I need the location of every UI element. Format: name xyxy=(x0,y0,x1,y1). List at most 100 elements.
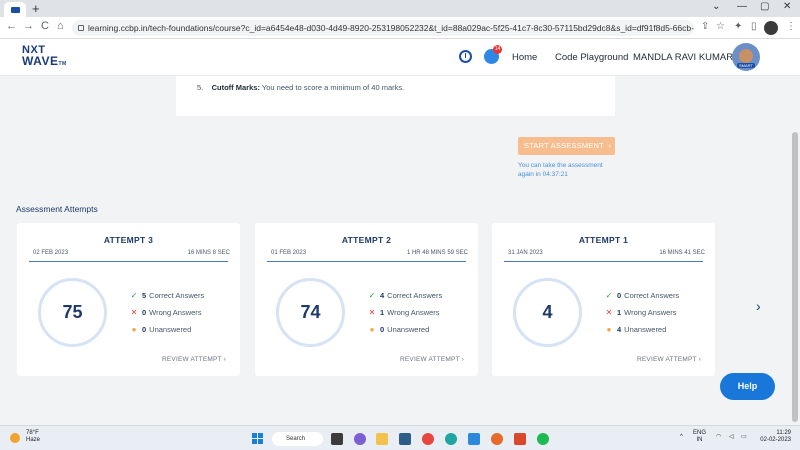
weather-sun-icon[interactable] xyxy=(10,433,20,443)
instruction-item: 5. Cutoff Marks: You need to score a min… xyxy=(197,83,404,92)
score-circle: 74 xyxy=(276,278,345,347)
wrong-answers-stat: ✕ 0 Wrong Answers xyxy=(129,308,202,317)
unanswered-label: Unanswered xyxy=(149,325,192,334)
win-tile xyxy=(252,439,257,444)
teams-chat-icon[interactable] xyxy=(354,433,366,445)
nav-home-link[interactable]: Home xyxy=(512,52,537,63)
check-icon: ✓ xyxy=(130,291,138,300)
card-divider xyxy=(267,261,466,262)
task-view-icon[interactable] xyxy=(331,433,343,445)
assessment-attempts-title: Assessment Attempts xyxy=(16,204,98,214)
attempt-date: 01 FEB 2023 xyxy=(271,250,307,256)
browser-profile-avatar[interactable] xyxy=(764,21,778,35)
win-tile xyxy=(258,439,263,444)
start-assessment-button[interactable]: START ASSESSMENT › xyxy=(518,137,615,155)
start-assessment-label: START ASSESSMENT xyxy=(524,141,604,150)
retake-timer-note: You can take the assessment again in 04:… xyxy=(518,161,628,179)
language-indicator[interactable]: ENG IN xyxy=(693,430,706,444)
score-circle: 75 xyxy=(38,278,107,347)
review-attempt-link[interactable]: REVIEW ATTEMPT › xyxy=(162,356,226,363)
spotify-icon[interactable] xyxy=(537,433,549,445)
cross-icon: ✕ xyxy=(368,308,376,317)
correct-count: 0 xyxy=(617,291,622,300)
notification-badge: 14 xyxy=(493,45,502,54)
win-tile xyxy=(258,433,263,438)
unanswered-count: 0 xyxy=(142,325,147,334)
forward-button[interactable]: → xyxy=(23,20,34,32)
home-button[interactable]: ⌂ xyxy=(57,20,64,32)
battery-icon[interactable]: ▭ xyxy=(741,434,747,441)
instruction-text: You need to score a minimum of 40 marks. xyxy=(261,83,405,92)
logo-line-2: WAVETM xyxy=(22,54,67,70)
store-icon[interactable] xyxy=(399,433,411,445)
user-name[interactable]: MANDLA RAVI KUMAR xyxy=(633,52,733,63)
logo-word: WAVE xyxy=(22,54,59,68)
firefox-icon[interactable] xyxy=(491,433,503,445)
unanswered-stat: ● 0 Unanswered xyxy=(367,325,430,334)
minimize-button[interactable]: — xyxy=(737,1,747,12)
chrome-icon[interactable] xyxy=(422,433,434,445)
maximize-button[interactable]: ▢ xyxy=(760,1,769,12)
avatar-face xyxy=(739,49,753,63)
menu-icon[interactable]: ⋮ xyxy=(786,21,796,32)
stopwatch-icon[interactable] xyxy=(459,50,472,63)
correct-label: Correct Answers xyxy=(624,291,680,300)
volume-icon[interactable]: ◁ xyxy=(729,434,734,441)
url-input[interactable]: learning.ccbp.in/tech-foundations/course… xyxy=(72,20,694,36)
next-attempts-chevron-icon[interactable]: › xyxy=(756,298,761,314)
unanswered-label: Unanswered xyxy=(624,325,667,334)
reload-button[interactable]: C xyxy=(41,20,49,32)
bookmark-star-icon[interactable]: ☆ xyxy=(716,21,725,32)
dot-icon: ● xyxy=(606,325,612,334)
browser-tab[interactable] xyxy=(4,2,26,17)
attempt-duration: 16 MINS 41 SEC xyxy=(659,250,705,256)
new-tab-button[interactable]: + xyxy=(32,1,40,16)
correct-count: 5 xyxy=(142,291,147,300)
unanswered-stat: ● 4 Unanswered xyxy=(604,325,667,334)
attempt-title: ATTEMPT 3 xyxy=(103,235,154,245)
nav-code-playground-link[interactable]: Code Playground xyxy=(555,52,628,63)
clock-date: 02-02-2023 xyxy=(760,437,791,443)
attempt-card: ATTEMPT 1 31 JAN 2023 16 MINS 41 SEC 4 ✓… xyxy=(492,223,715,376)
tab-search-chevron-icon[interactable]: ⌄ xyxy=(712,1,720,12)
windows-start-icon[interactable] xyxy=(252,433,264,445)
nxtwave-logo[interactable]: NXT WAVETM xyxy=(22,45,67,70)
check-icon: ✓ xyxy=(368,291,376,300)
retake-note-line-2: again in 04:37:21 xyxy=(518,171,568,178)
review-attempt-link[interactable]: REVIEW ATTEMPT › xyxy=(400,356,464,363)
clock[interactable]: 11:29 02-02-2023 xyxy=(757,430,791,444)
weather-widget[interactable]: 78°F Haze xyxy=(26,430,40,444)
unanswered-count: 4 xyxy=(617,325,622,334)
scrollbar-thumb[interactable] xyxy=(792,132,798,422)
instruction-number: 5. xyxy=(197,83,204,92)
vscode-icon[interactable] xyxy=(468,433,480,445)
correct-label: Correct Answers xyxy=(387,291,443,300)
extensions-icon[interactable]: ✦ xyxy=(734,21,742,32)
wrong-label: Wrong Answers xyxy=(387,308,440,317)
taskbar-search[interactable]: Search xyxy=(272,432,323,446)
close-window-button[interactable]: ✕ xyxy=(783,1,791,12)
tray-chevron-icon[interactable]: ^ xyxy=(680,434,683,441)
review-attempt-link[interactable]: REVIEW ATTEMPT › xyxy=(637,356,701,363)
file-explorer-icon[interactable] xyxy=(376,433,388,445)
help-button[interactable]: Help xyxy=(720,373,775,400)
edge-icon[interactable] xyxy=(445,433,457,445)
unanswered-count: 0 xyxy=(380,325,385,334)
attempt-title: ATTEMPT 1 xyxy=(578,235,629,245)
page-scrollbar[interactable] xyxy=(790,76,800,425)
attempt-date: 02 FEB 2023 xyxy=(33,250,69,256)
wrong-label: Wrong Answers xyxy=(624,308,677,317)
back-button[interactable]: ← xyxy=(6,20,17,32)
check-icon: ✓ xyxy=(605,291,613,300)
share-icon[interactable]: ⇪ xyxy=(701,21,709,32)
side-panel-icon[interactable]: ▯ xyxy=(751,21,757,32)
language-line-2: IN xyxy=(696,437,703,443)
correct-label: Correct Answers xyxy=(149,291,205,300)
correct-answers-stat: ✓ 5 Correct Answers xyxy=(129,291,205,300)
app-icon[interactable] xyxy=(514,433,526,445)
wifi-icon[interactable]: ◠ xyxy=(716,434,721,441)
cross-icon: ✕ xyxy=(605,308,613,317)
language-line-1: ENG xyxy=(693,430,707,436)
app-header: NXT WAVETM 14 Home Code Playground MANDL… xyxy=(0,39,800,76)
attempt-card: ATTEMPT 2 01 FEB 2023 1 HR 48 MINS 59 SE… xyxy=(255,223,478,376)
